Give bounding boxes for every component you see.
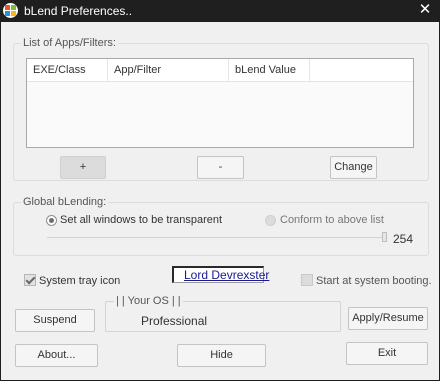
transparency-value: 254 [393, 232, 414, 246]
radio-all-windows[interactable] [46, 215, 57, 226]
close-button[interactable]: ✕ [410, 0, 440, 22]
about-button[interactable]: About... [15, 344, 98, 367]
os-value: Professional [141, 314, 208, 328]
author-link[interactable]: Lord Devrexster [184, 268, 269, 282]
suspend-button[interactable]: Suspend [15, 309, 95, 332]
windows-logo-icon [3, 3, 18, 18]
radio-all-windows-label[interactable]: Set all windows to be transparent [60, 214, 222, 226]
preferences-window: bLend Preferences.. ✕ List of Apps/Filte… [0, 0, 440, 381]
client-area: List of Apps/Filters: EXE/Class App/Filt… [1, 22, 439, 380]
close-icon: ✕ [418, 1, 432, 18]
apps-filters-group-title: List of Apps/Filters: [21, 37, 118, 49]
author-link-box[interactable]: Lord Devrexster [172, 266, 269, 283]
exit-button[interactable]: Exit [346, 342, 428, 365]
system-tray-label[interactable]: System tray icon [39, 275, 120, 287]
global-blending-group [13, 202, 429, 256]
change-button[interactable]: Change [330, 156, 377, 179]
column-header-exe-class[interactable]: EXE/Class [27, 59, 108, 81]
apps-list-body[interactable] [27, 82, 413, 147]
transparency-slider-thumb[interactable] [382, 232, 387, 242]
system-tray-checkbox[interactable] [24, 274, 36, 286]
start-at-boot-checkbox[interactable] [301, 274, 313, 286]
apply-resume-button[interactable]: Apply/Resume [348, 307, 428, 330]
add-button[interactable]: + [60, 156, 106, 179]
global-blending-group-title: Global bLending: [21, 196, 109, 208]
apps-list-header: EXE/Class App/Filter bLend Value [27, 59, 413, 82]
hide-button[interactable]: Hide [177, 344, 266, 367]
radio-conform-list[interactable] [265, 215, 276, 226]
remove-button[interactable]: - [197, 156, 244, 179]
apps-list[interactable]: EXE/Class App/Filter bLend Value [26, 58, 414, 148]
os-group-title: | | Your OS | | [114, 295, 183, 307]
transparency-slider-track[interactable] [47, 237, 385, 238]
radio-conform-list-label[interactable]: Conform to above list [280, 214, 384, 226]
title-bar[interactable]: bLend Preferences.. ✕ [0, 0, 440, 22]
window-title: bLend Preferences.. [24, 4, 133, 18]
column-header-app-filter[interactable]: App/Filter [108, 59, 229, 81]
start-at-boot-label[interactable]: Start at system booting. [316, 275, 432, 287]
column-header-blend-value[interactable]: bLend Value [229, 59, 310, 81]
